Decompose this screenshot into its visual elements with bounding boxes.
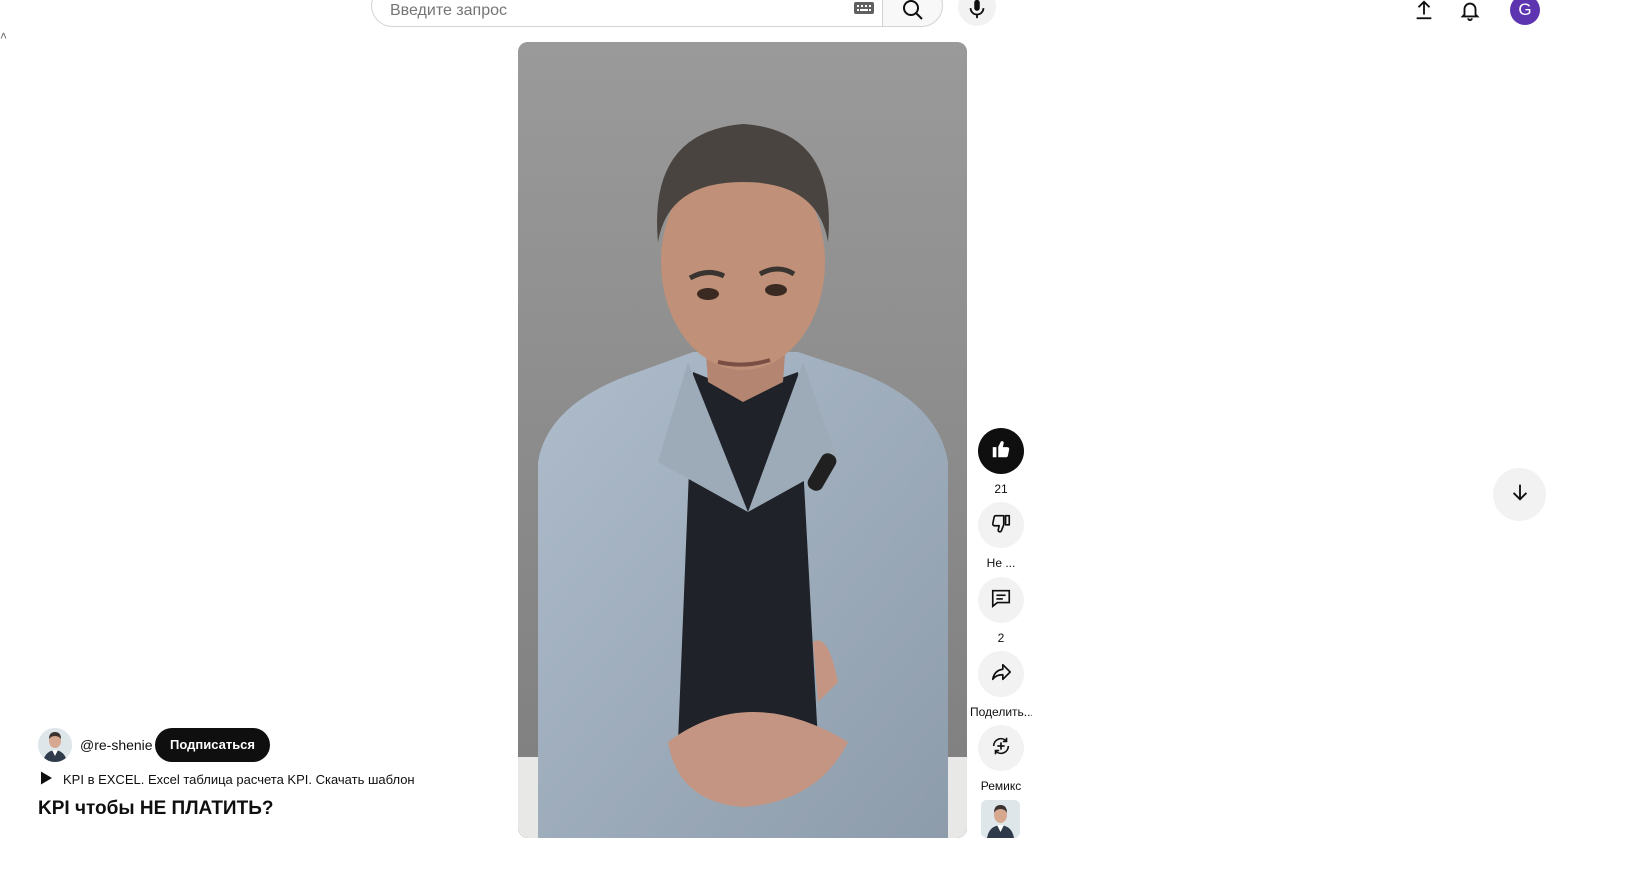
- search-icon: [901, 0, 925, 27]
- share-label: Поделить...: [970, 705, 1032, 719]
- thumbs-up-icon: [990, 438, 1012, 465]
- bell-icon: [1459, 0, 1481, 26]
- share-icon: [990, 661, 1012, 688]
- channel-thumbnail[interactable]: [981, 800, 1020, 838]
- subscribe-button[interactable]: Подписаться: [155, 728, 271, 762]
- channel-avatar[interactable]: [38, 728, 72, 762]
- upload-button[interactable]: [1412, 0, 1436, 24]
- comments-action: 2: [970, 577, 1032, 645]
- linked-video-title: KPI в EXCEL. Excel таблица расчета KPI. …: [63, 772, 415, 787]
- comment-icon: [990, 587, 1012, 614]
- dislike-action: Не ...: [970, 502, 1032, 570]
- linked-video-link[interactable]: KPI в EXCEL. Excel таблица расчета KPI. …: [38, 770, 415, 789]
- mic-icon: [966, 0, 988, 25]
- remix-icon: [990, 735, 1012, 762]
- like-button[interactable]: [978, 428, 1024, 474]
- video-frame: [518, 42, 967, 838]
- upload-icon: [1413, 0, 1435, 26]
- remix-button[interactable]: [978, 725, 1024, 771]
- remix-action: Ремикс: [970, 725, 1032, 793]
- voice-search-button[interactable]: [958, 0, 996, 26]
- channel-handle[interactable]: @re-shenie: [80, 737, 153, 753]
- short-video-player[interactable]: [518, 42, 967, 838]
- search-button[interactable]: [882, 0, 943, 27]
- remix-label: Ремикс: [980, 779, 1022, 793]
- account-avatar[interactable]: G: [1510, 0, 1540, 25]
- keyboard-icon[interactable]: [853, 1, 875, 15]
- arrow-down-icon: [1509, 481, 1531, 508]
- share-button[interactable]: [978, 651, 1024, 697]
- comments-button[interactable]: [978, 577, 1024, 623]
- notifications-button[interactable]: [1458, 0, 1482, 24]
- like-count: 21: [994, 482, 1008, 496]
- thumbs-down-icon: [990, 512, 1012, 539]
- dislike-label: Не ...: [986, 556, 1016, 570]
- search-input[interactable]: [388, 0, 828, 23]
- dislike-button[interactable]: [978, 502, 1024, 548]
- comments-count: 2: [997, 631, 1005, 645]
- like-action: 21: [970, 428, 1032, 496]
- search-box[interactable]: [371, 0, 883, 27]
- next-video-button[interactable]: [1493, 468, 1546, 521]
- scroll-up-caret[interactable]: ˄: [0, 30, 7, 42]
- video-title: KPI чтобы НЕ ПЛАТИТЬ?: [38, 798, 274, 819]
- play-icon: [38, 770, 54, 789]
- share-action: Поделить...: [970, 651, 1032, 719]
